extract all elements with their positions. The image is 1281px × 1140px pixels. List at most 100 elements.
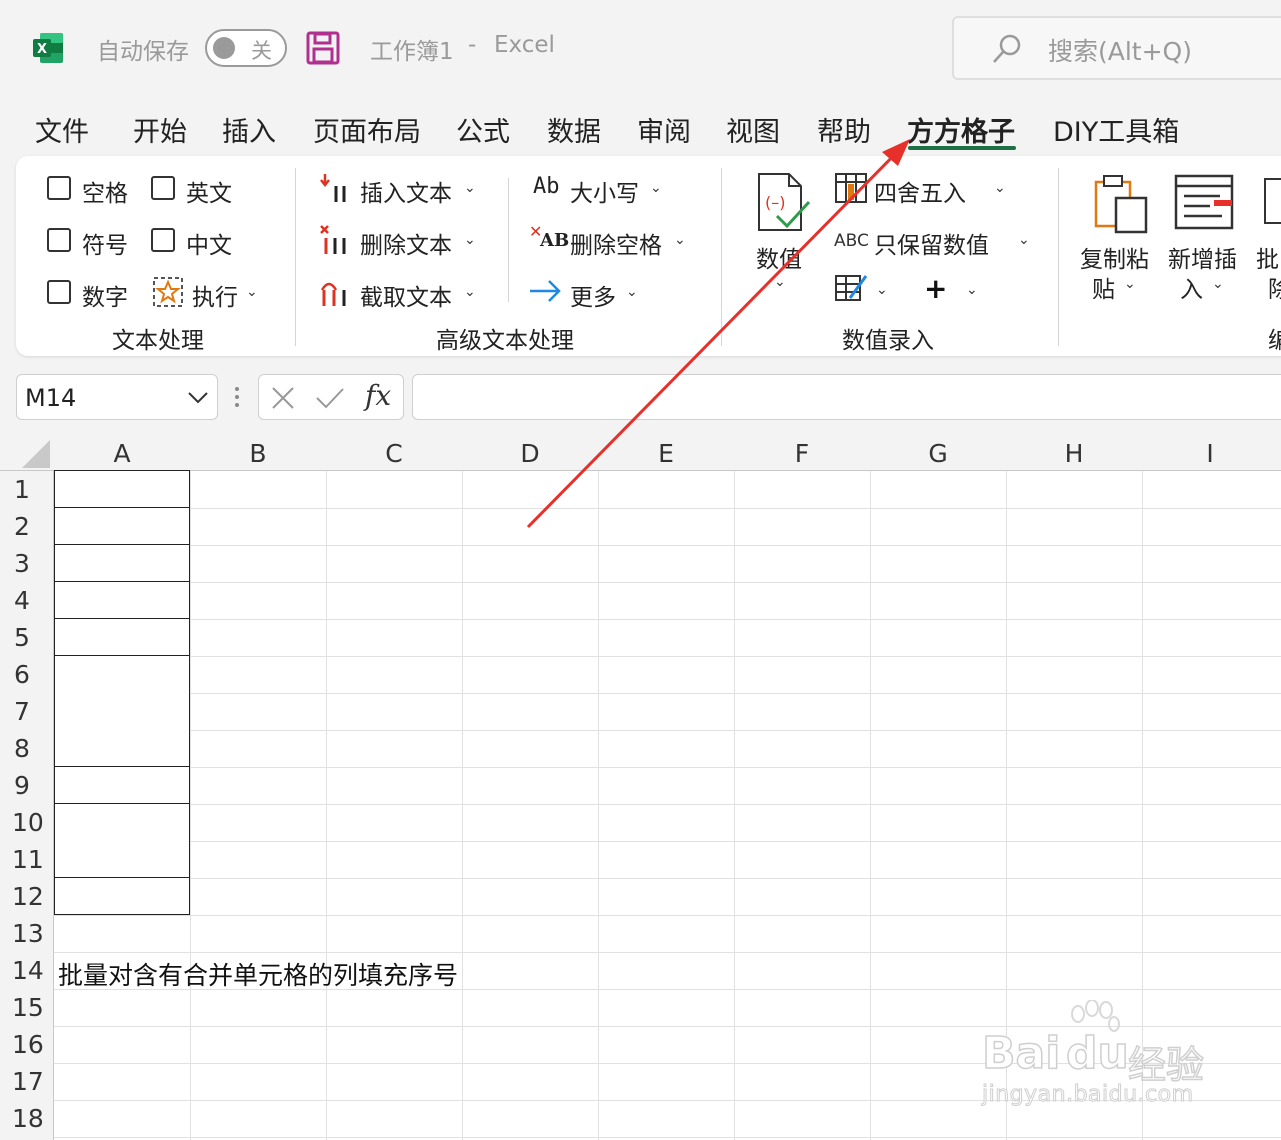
extract-text-button[interactable]: 截取文本 bbox=[360, 278, 452, 312]
checkbox-symbol-label: 符号 bbox=[82, 233, 128, 259]
group-label-edit-partial: 编 bbox=[1268, 328, 1281, 354]
column-header-c[interactable]: C bbox=[326, 438, 462, 470]
tab-formulas[interactable]: 公式 bbox=[456, 110, 510, 149]
watermark-suffix: 经验 bbox=[1127, 1042, 1205, 1088]
batch-button-line1[interactable]: 批 bbox=[1256, 240, 1279, 274]
column-header-h[interactable]: H bbox=[1006, 438, 1142, 470]
delete-text-button[interactable]: 删除文本 bbox=[360, 226, 452, 260]
insert-text-icon bbox=[320, 174, 346, 202]
cell-a4[interactable] bbox=[54, 581, 190, 619]
row-header-11[interactable]: 11 bbox=[0, 841, 54, 878]
new-insert-button-line1[interactable]: 新增插 bbox=[1168, 240, 1237, 274]
row-header-14[interactable]: 14 bbox=[0, 952, 54, 989]
grid-row-line bbox=[54, 952, 1281, 953]
extract-text-icon bbox=[320, 282, 346, 306]
grid-row-line bbox=[54, 656, 1281, 657]
row-header-9[interactable]: 9 bbox=[0, 767, 54, 804]
batch-icon[interactable] bbox=[1264, 178, 1281, 224]
row-header-16[interactable]: 16 bbox=[0, 1026, 54, 1063]
column-header-i[interactable]: I bbox=[1142, 438, 1278, 470]
red-arrow-annotation bbox=[526, 139, 910, 529]
grid-column-line bbox=[870, 471, 871, 1140]
row-header-6[interactable]: 6 bbox=[0, 656, 54, 693]
cell-a9[interactable] bbox=[54, 766, 190, 804]
cell-a2[interactable] bbox=[54, 507, 190, 545]
row-header-12[interactable]: 12 bbox=[0, 878, 54, 915]
title-separator: - bbox=[468, 32, 477, 58]
merged-cell-a10-a11[interactable] bbox=[54, 803, 190, 878]
cell-a1[interactable] bbox=[54, 470, 190, 508]
excel-logo-icon: X bbox=[33, 33, 63, 63]
grid-row-line bbox=[54, 693, 1281, 694]
checkbox-chinese[interactable] bbox=[151, 228, 175, 252]
checkbox-number[interactable] bbox=[47, 280, 71, 304]
row-header-15[interactable]: 15 bbox=[0, 989, 54, 1026]
row-header-18[interactable]: 18 bbox=[0, 1100, 54, 1137]
clipboard-paste-icon[interactable] bbox=[1092, 172, 1152, 236]
new-insert-icon[interactable] bbox=[1174, 174, 1236, 230]
execute-button[interactable]: 执行 bbox=[192, 278, 238, 312]
save-icon[interactable] bbox=[306, 31, 340, 65]
cell-a12[interactable] bbox=[54, 877, 190, 915]
search-box[interactable]: 搜索(Alt+Q) bbox=[952, 16, 1281, 80]
name-box[interactable]: M14 bbox=[16, 374, 218, 420]
chevron-down-icon[interactable]: ⌄ bbox=[246, 284, 258, 300]
grid-row-line bbox=[54, 915, 1281, 916]
tab-file[interactable]: 文件 bbox=[35, 110, 89, 149]
execute-star-icon[interactable] bbox=[152, 276, 184, 308]
tab-insert[interactable]: 插入 bbox=[222, 110, 276, 149]
merged-cell-a6-a8[interactable] bbox=[54, 655, 190, 767]
tab-home[interactable]: 开始 bbox=[133, 110, 187, 149]
chevron-down-icon[interactable]: ⌄ bbox=[464, 180, 476, 196]
row-header-5[interactable]: 5 bbox=[0, 619, 54, 656]
grid-column-line bbox=[326, 471, 327, 1140]
plus-icon[interactable]: + bbox=[924, 272, 947, 305]
cell-a3[interactable] bbox=[54, 544, 190, 582]
row-header-17[interactable]: 17 bbox=[0, 1063, 54, 1100]
tab-page-layout[interactable]: 页面布局 bbox=[313, 110, 421, 149]
insert-text-button[interactable]: 插入文本 bbox=[360, 174, 452, 208]
grid-column-line bbox=[462, 471, 463, 1140]
batch-button-line2[interactable]: 除 bbox=[1268, 270, 1281, 304]
chevron-down-icon[interactable] bbox=[187, 391, 209, 405]
vertical-dots-icon[interactable] bbox=[234, 386, 240, 410]
autosave-toggle[interactable]: 关 bbox=[205, 29, 287, 67]
new-insert-button-line2[interactable]: 入 bbox=[1180, 270, 1203, 304]
formula-actions: fx bbox=[258, 374, 404, 420]
delete-text-icon bbox=[320, 225, 346, 254]
insert-function-icon[interactable]: fx bbox=[365, 379, 391, 412]
chevron-down-icon[interactable]: ⌄ bbox=[464, 232, 476, 248]
row-header-8[interactable]: 8 bbox=[0, 730, 54, 767]
grid-row-line bbox=[54, 804, 1281, 805]
cancel-icon[interactable] bbox=[271, 386, 295, 410]
checkbox-english[interactable] bbox=[151, 176, 175, 200]
row-header-10[interactable]: 10 bbox=[0, 804, 54, 841]
chevron-down-icon[interactable]: ⌄ bbox=[464, 284, 476, 300]
copy-paste-button-line1[interactable]: 复制粘 bbox=[1080, 240, 1149, 274]
row-header-13[interactable]: 13 bbox=[0, 915, 54, 952]
chevron-down-icon[interactable]: ⌄ bbox=[966, 282, 978, 298]
column-header-a[interactable]: A bbox=[54, 438, 190, 470]
checkbox-symbol[interactable] bbox=[47, 228, 71, 252]
confirm-icon[interactable] bbox=[315, 386, 345, 410]
grid-row-line bbox=[54, 767, 1281, 768]
active-tab-underline bbox=[908, 146, 1016, 150]
cell-a5[interactable] bbox=[54, 618, 190, 656]
column-header-b[interactable]: B bbox=[190, 438, 326, 470]
chevron-down-icon[interactable]: ⌄ bbox=[994, 180, 1006, 196]
chevron-down-icon[interactable]: ⌄ bbox=[1212, 276, 1224, 292]
row-header-2[interactable]: 2 bbox=[0, 508, 54, 545]
row-header-3[interactable]: 3 bbox=[0, 545, 54, 582]
select-all-icon[interactable] bbox=[20, 440, 50, 468]
copy-paste-button-line2[interactable]: 贴 bbox=[1092, 270, 1115, 304]
tab-diy-toolbox[interactable]: DIY工具箱 bbox=[1053, 110, 1179, 149]
row-header-4[interactable]: 4 bbox=[0, 582, 54, 619]
chevron-down-icon[interactable]: ⌄ bbox=[1124, 276, 1136, 292]
checkbox-space[interactable] bbox=[47, 176, 71, 200]
chevron-down-icon[interactable]: ⌄ bbox=[1018, 232, 1030, 248]
row-header-7[interactable]: 7 bbox=[0, 693, 54, 730]
tab-fangfanggezi[interactable]: 方方格子 bbox=[907, 110, 1015, 149]
baidu-watermark: Bai du 经验 jingyan.baidu.com bbox=[981, 1000, 1222, 1115]
row-header-1[interactable]: 1 bbox=[0, 471, 54, 508]
checkbox-number-label: 数字 bbox=[82, 285, 128, 311]
